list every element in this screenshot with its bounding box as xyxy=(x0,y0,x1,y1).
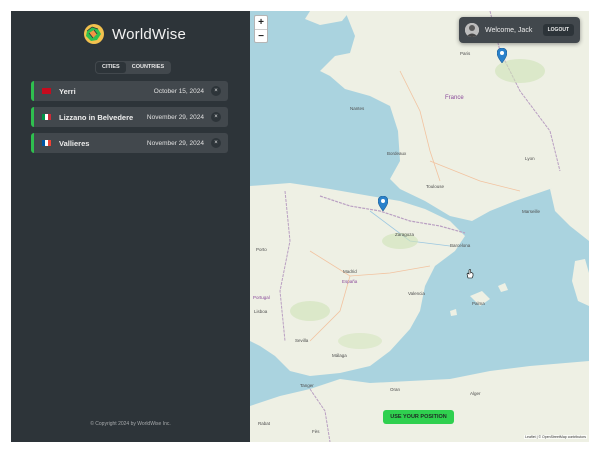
city-name: Lizzano in Belvedere xyxy=(59,112,134,122)
map-tiles xyxy=(250,11,589,442)
map-marker-vallieres-icon[interactable] xyxy=(497,48,507,63)
map-label: France xyxy=(445,95,464,101)
welcome-text: Welcome, Jack xyxy=(485,26,533,34)
city-item-lizzano-in-belvedere[interactable]: Lizzano in Belvedere November 29, 2024 × xyxy=(31,107,228,127)
map-attribution[interactable]: Leaflet | © OpenStreetMap contributors xyxy=(524,435,587,439)
map-label: Sevilla xyxy=(295,338,309,343)
delete-city-button[interactable]: × xyxy=(211,86,221,96)
delete-city-button[interactable]: × xyxy=(211,138,221,148)
app-window: WorldWise Cities Countries Yerri October… xyxy=(11,11,589,442)
city-item-yerri[interactable]: Yerri October 15, 2024 × xyxy=(31,81,228,101)
user-panel: Welcome, Jack Logout xyxy=(459,17,580,43)
city-date: November 29, 2024 xyxy=(146,139,204,147)
map-marker-yerri-icon[interactable] xyxy=(378,196,388,211)
map-label: Fès xyxy=(312,429,320,434)
logout-button[interactable]: Logout xyxy=(542,24,574,36)
map-label: Barcelona xyxy=(450,243,471,248)
city-date: November 29, 2024 xyxy=(146,113,204,121)
tab-cities[interactable]: Cities xyxy=(96,62,126,73)
spain-flag-icon xyxy=(42,88,51,94)
map-label: Lyon xyxy=(525,156,535,161)
map-label: Oran xyxy=(390,387,401,392)
user-avatar-icon xyxy=(465,23,479,37)
map-label: Toulouse xyxy=(426,184,445,189)
italy-flag-icon xyxy=(42,114,51,120)
city-name: Vallieres xyxy=(59,138,90,148)
delete-city-button[interactable]: × xyxy=(211,112,221,122)
city-list: Yerri October 15, 2024 × Lizzano in Belv… xyxy=(31,81,228,159)
map-label: Bordeaux xyxy=(387,151,407,156)
map-label: Tanger xyxy=(300,383,314,388)
map-label: Lisboa xyxy=(254,309,268,314)
map-label: Málaga xyxy=(332,353,347,358)
zoom-out-button[interactable]: − xyxy=(255,29,267,42)
app-name: WorldWise xyxy=(112,25,187,43)
map-label: España xyxy=(342,279,358,284)
france-flag-icon xyxy=(42,140,51,146)
map-label: Paris xyxy=(460,51,471,56)
city-date: October 15, 2024 xyxy=(153,87,204,95)
logo[interactable]: WorldWise xyxy=(83,23,186,45)
city-item-vallieres[interactable]: Vallieres November 29, 2024 × xyxy=(31,133,228,153)
map-label: Alger xyxy=(470,391,481,396)
logo-globe-icon xyxy=(84,24,104,44)
map-label: Nantes xyxy=(350,106,365,111)
map[interactable]: France Paris Nantes Bordeaux Toulouse Za… xyxy=(250,11,589,442)
avatar xyxy=(465,23,479,37)
map-label: Rabat xyxy=(258,421,271,426)
view-tabs: Cities Countries xyxy=(95,61,172,74)
map-label: Portugal xyxy=(253,295,270,300)
zoom-control: + − xyxy=(254,15,268,43)
tab-countries[interactable]: Countries xyxy=(126,62,170,73)
copyright-footer: © Copyright 2024 by WorldWise Inc. xyxy=(90,421,171,427)
sidebar: WorldWise Cities Countries Yerri October… xyxy=(11,11,250,442)
zoom-in-button[interactable]: + xyxy=(255,16,267,29)
hand-cursor-icon xyxy=(466,269,474,279)
map-label: Porto xyxy=(256,247,267,252)
map-label: Zaragoza xyxy=(395,232,415,237)
map-label: Valencia xyxy=(408,291,425,296)
map-label: Palma xyxy=(472,301,485,306)
map-label: Madrid xyxy=(343,269,357,274)
use-position-button[interactable]: Use your position xyxy=(383,410,454,424)
city-name: Yerri xyxy=(59,86,76,96)
map-label: Marseille xyxy=(522,209,541,214)
